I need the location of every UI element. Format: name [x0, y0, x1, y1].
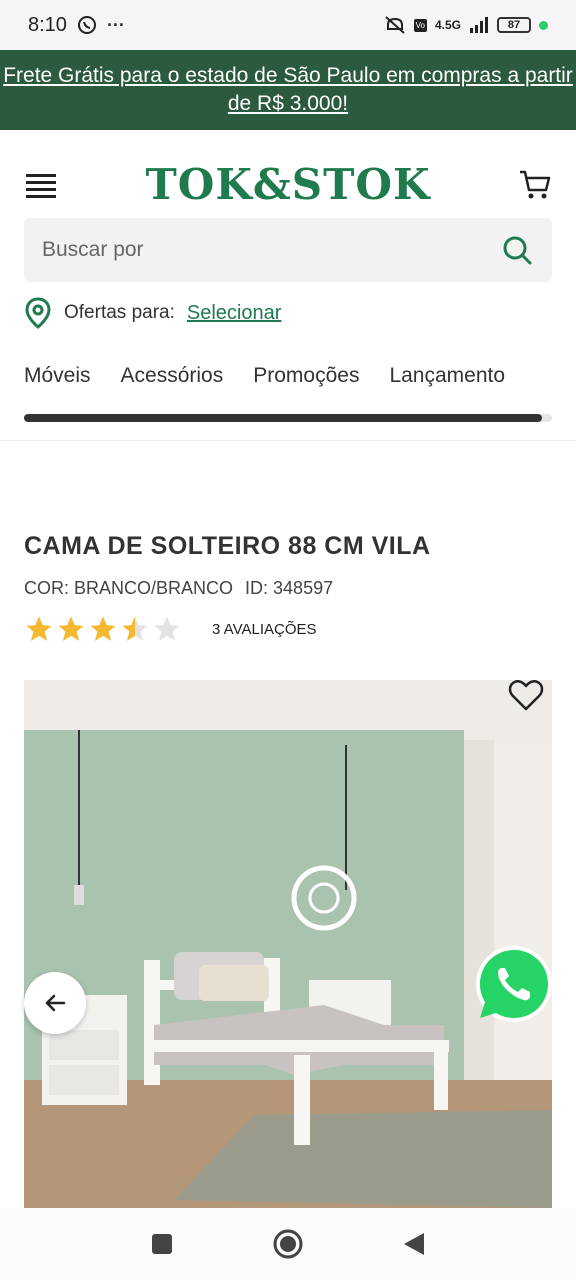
rating-stars — [24, 614, 182, 644]
location-pin-icon — [25, 297, 51, 329]
nav-item-moveis[interactable]: Móveis — [24, 364, 91, 394]
signal-icon — [470, 17, 488, 33]
product-title: CAMA DE SOLTEIRO 88 CM VILA — [24, 532, 431, 560]
star-half-icon — [122, 616, 148, 641]
category-nav: Móveis Acessórios Promoções Lançamento — [24, 364, 576, 394]
promo-text[interactable]: Frete Grátis para o estado de São Paulo … — [3, 64, 573, 115]
status-time: 8:10 — [28, 13, 67, 36]
bedroom-scene-image — [24, 680, 552, 1208]
star-full-icon — [90, 616, 116, 641]
triangle-back-icon — [404, 1233, 424, 1255]
offers-label: Ofertas para: — [64, 302, 175, 323]
search-icon[interactable] — [500, 233, 534, 267]
arrow-left-icon — [45, 994, 66, 1012]
volte-icon: Vo — [413, 18, 427, 32]
reviews-count[interactable]: 3 AVALIAÇÕES — [212, 621, 317, 638]
battery-indicator: 87 — [497, 17, 531, 33]
nav-scrollbar-thumb[interactable] — [24, 414, 542, 422]
home-button[interactable] — [273, 1229, 303, 1259]
nav-item-acessorios[interactable]: Acessórios — [121, 364, 224, 394]
heart-icon[interactable] — [508, 678, 544, 712]
system-nav-bar — [0, 1208, 576, 1280]
star-full-icon — [26, 616, 52, 641]
star-full-icon — [58, 616, 84, 641]
network-type: 4.5G — [434, 18, 461, 32]
product-id: ID: 348597 — [245, 578, 334, 598]
nav-item-promocoes[interactable]: Promoções — [253, 364, 359, 394]
search-input[interactable]: Buscar por — [24, 218, 552, 282]
more-notifications-icon: ··· — [106, 14, 125, 35]
back-button[interactable] — [399, 1229, 429, 1259]
cart-icon[interactable] — [518, 168, 552, 202]
status-bar: 8:10 ··· Vo 4.5G 87 — [0, 0, 576, 50]
select-location-link[interactable]: Selecionar — [187, 302, 282, 325]
square-icon — [152, 1234, 172, 1254]
divider — [0, 440, 576, 441]
circle-icon — [273, 1229, 303, 1259]
nav-scrollbar[interactable] — [24, 414, 552, 422]
nav-item-lancamento[interactable]: Lançamento — [389, 364, 505, 394]
mute-icon — [384, 16, 405, 34]
product-image[interactable] — [24, 680, 552, 1208]
product-rating[interactable]: 3 AVALIAÇÕES — [24, 614, 317, 644]
header: TOK&STOK — [0, 130, 576, 220]
star-empty-icon — [154, 616, 180, 641]
previous-image-button[interactable] — [24, 972, 86, 1034]
search-placeholder[interactable]: Buscar por — [42, 238, 500, 262]
whatsapp-icon[interactable] — [474, 944, 554, 1024]
product-meta: COR: BRANCO/BRANCO ID: 348597 — [24, 578, 333, 599]
whatsapp-notification-icon — [77, 16, 96, 34]
promo-banner[interactable]: Frete Grátis para o estado de São Paulo … — [0, 50, 576, 130]
offers-location: Ofertas para: Selecionar — [24, 296, 281, 330]
product-color: COR: BRANCO/BRANCO — [24, 578, 234, 598]
recent-apps-button[interactable] — [147, 1229, 177, 1259]
privacy-dot — [539, 20, 548, 30]
logo[interactable]: TOK&STOK — [0, 160, 576, 209]
